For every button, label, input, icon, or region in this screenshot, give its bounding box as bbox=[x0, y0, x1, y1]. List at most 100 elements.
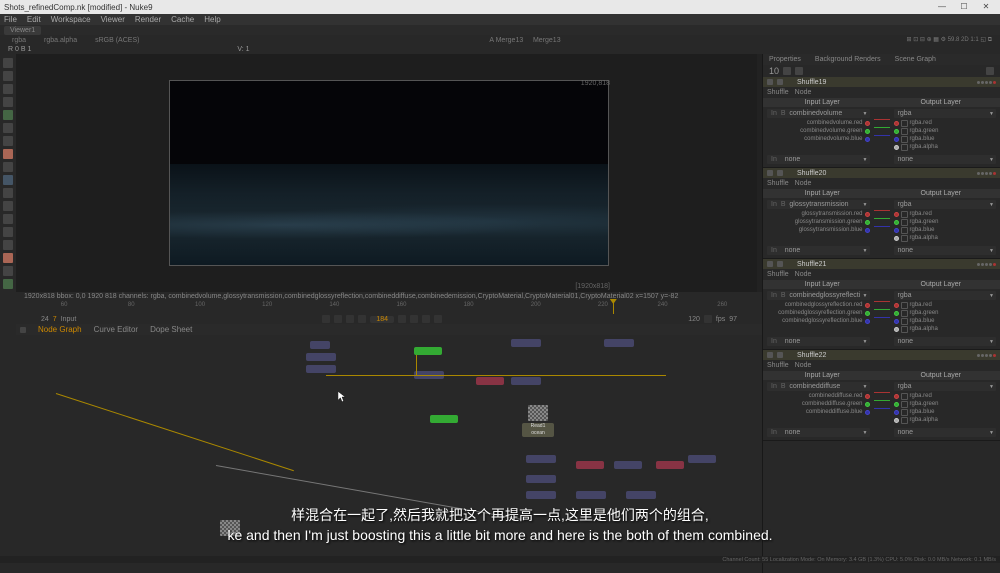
in-patch-red[interactable] bbox=[865, 303, 870, 308]
in-patch-blue[interactable] bbox=[865, 137, 870, 142]
play-fwd-icon[interactable] bbox=[398, 315, 406, 323]
action-dot[interactable] bbox=[985, 81, 988, 84]
input-layer-dropdown[interactable]: In B combinedglossyreflecti▼ bbox=[767, 291, 870, 300]
link-checkbox[interactable] bbox=[901, 211, 908, 218]
tab-curve-editor[interactable]: Curve Editor bbox=[94, 325, 138, 334]
node-title-bar[interactable]: Shuffle20 bbox=[763, 168, 1000, 178]
tool-merge-icon[interactable] bbox=[3, 149, 13, 159]
tool-draw-icon[interactable] bbox=[3, 71, 13, 81]
out-patch-green[interactable] bbox=[894, 402, 899, 407]
tool-other-icon[interactable] bbox=[3, 253, 13, 263]
action-dot[interactable] bbox=[989, 81, 992, 84]
viewer-a-source[interactable]: A Merge13 bbox=[489, 37, 523, 44]
action-dot[interactable] bbox=[985, 354, 988, 357]
input-none-dropdown[interactable]: In none▼ bbox=[767, 246, 870, 255]
out-patch-white[interactable] bbox=[894, 236, 899, 241]
tool-metadata-icon[interactable] bbox=[3, 227, 13, 237]
current-frame[interactable]: 184 bbox=[370, 316, 394, 323]
node-read-1[interactable] bbox=[306, 353, 336, 361]
out-patch-blue[interactable] bbox=[894, 319, 899, 324]
link-checkbox[interactable] bbox=[901, 326, 908, 333]
frame-end[interactable]: 97 bbox=[729, 316, 737, 323]
viewer-b-source[interactable]: Merge13 bbox=[533, 37, 561, 44]
node-cluster-h[interactable] bbox=[576, 491, 606, 499]
tool-deep-icon[interactable] bbox=[3, 201, 13, 211]
cache-icon[interactable] bbox=[704, 315, 712, 323]
in-patch-green[interactable] bbox=[865, 129, 870, 134]
node-cluster-d[interactable] bbox=[656, 461, 684, 469]
out-patch-red[interactable] bbox=[894, 303, 899, 308]
link-checkbox[interactable] bbox=[901, 235, 908, 242]
tool-3d-icon[interactable] bbox=[3, 175, 13, 185]
node-cluster-g[interactable] bbox=[526, 491, 556, 499]
action-dot[interactable] bbox=[989, 263, 992, 266]
collapse-icon[interactable] bbox=[767, 79, 773, 85]
input-dropdown[interactable]: Input bbox=[61, 316, 77, 323]
frame-start[interactable]: 24 bbox=[41, 316, 49, 323]
close-button[interactable]: ✕ bbox=[976, 1, 996, 13]
channel-alpha[interactable]: rgba.alpha bbox=[40, 37, 81, 44]
props-count[interactable]: 10 bbox=[769, 66, 779, 76]
menu-viewer[interactable]: Viewer bbox=[101, 15, 125, 24]
node-blur-1[interactable] bbox=[511, 339, 541, 347]
link-checkbox[interactable] bbox=[901, 417, 908, 424]
channel-rgba[interactable]: rgba bbox=[8, 37, 30, 44]
node-shuffle-1[interactable] bbox=[414, 347, 442, 355]
link-checkbox[interactable] bbox=[901, 144, 908, 151]
output-none-dropdown[interactable]: none▼ bbox=[894, 428, 997, 437]
link-checkbox[interactable] bbox=[901, 302, 908, 309]
node-cluster-a[interactable] bbox=[526, 455, 556, 463]
playhead[interactable] bbox=[613, 302, 614, 314]
node-read-2[interactable] bbox=[306, 365, 336, 373]
action-dot[interactable] bbox=[985, 172, 988, 175]
action-dot[interactable] bbox=[977, 172, 980, 175]
step-back-icon[interactable] bbox=[334, 315, 342, 323]
panel-lock-icon[interactable] bbox=[20, 327, 26, 333]
collapse-icon[interactable] bbox=[767, 170, 773, 176]
action-dot[interactable] bbox=[981, 81, 984, 84]
viewer-right-tools[interactable]: ⊞ ⊡ ⊟ ⊕ ▦ ⚙ 59.8 2D 1:1 ◱ ⧉ bbox=[907, 36, 992, 44]
node-shuffle-2[interactable] bbox=[430, 415, 458, 423]
tool-furnace-icon[interactable] bbox=[3, 266, 13, 276]
skip-end-icon[interactable] bbox=[422, 315, 430, 323]
link-checkbox[interactable] bbox=[901, 310, 908, 317]
out-patch-white[interactable] bbox=[894, 418, 899, 423]
viewer-tab[interactable]: Viewer1 bbox=[4, 26, 41, 35]
output-none-dropdown[interactable]: none▼ bbox=[894, 337, 997, 346]
menu-render[interactable]: Render bbox=[135, 15, 161, 24]
out-patch-green[interactable] bbox=[894, 220, 899, 225]
tab-node-graph[interactable]: Node Graph bbox=[38, 325, 82, 334]
link-checkbox[interactable] bbox=[901, 219, 908, 226]
pin-icon[interactable] bbox=[795, 67, 803, 75]
link-checkbox[interactable] bbox=[901, 120, 908, 127]
output-layer-dropdown[interactable]: rgba▼ bbox=[894, 382, 997, 391]
tool-filter-icon[interactable] bbox=[3, 123, 13, 133]
colorspace-dropdown[interactable]: sRGB (ACES) bbox=[91, 37, 143, 44]
node-read-label[interactable]: Read1ocean bbox=[522, 423, 554, 437]
stop-icon[interactable] bbox=[358, 315, 366, 323]
input-layer-dropdown[interactable]: In B glossytransmission▼ bbox=[767, 200, 870, 209]
tab-properties[interactable]: Properties bbox=[769, 56, 801, 63]
node-color-icon[interactable] bbox=[777, 79, 783, 85]
close-node-icon[interactable] bbox=[993, 263, 996, 266]
tool-time-icon[interactable] bbox=[3, 84, 13, 94]
action-dot[interactable] bbox=[977, 263, 980, 266]
in-patch-blue[interactable] bbox=[865, 410, 870, 415]
skip-start-icon[interactable] bbox=[322, 315, 330, 323]
lock-icon[interactable] bbox=[783, 67, 791, 75]
in-patch-red[interactable] bbox=[865, 121, 870, 126]
output-none-dropdown[interactable]: none▼ bbox=[894, 155, 997, 164]
node-title-bar[interactable]: Shuffle21 bbox=[763, 259, 1000, 269]
collapse-icon[interactable] bbox=[767, 261, 773, 267]
link-checkbox[interactable] bbox=[901, 318, 908, 325]
out-patch-green[interactable] bbox=[894, 129, 899, 134]
node-cluster-c[interactable] bbox=[614, 461, 642, 469]
tab-scene-graph[interactable]: Scene Graph bbox=[895, 56, 936, 63]
action-dot[interactable] bbox=[981, 172, 984, 175]
loop-icon[interactable] bbox=[434, 315, 442, 323]
action-dot[interactable] bbox=[981, 263, 984, 266]
timeline-ruler[interactable]: 60 80 100 120 140 160 180 200 220 240 26… bbox=[16, 302, 762, 314]
out-patch-green[interactable] bbox=[894, 311, 899, 316]
action-dot[interactable] bbox=[977, 81, 980, 84]
close-node-icon[interactable] bbox=[993, 172, 996, 175]
